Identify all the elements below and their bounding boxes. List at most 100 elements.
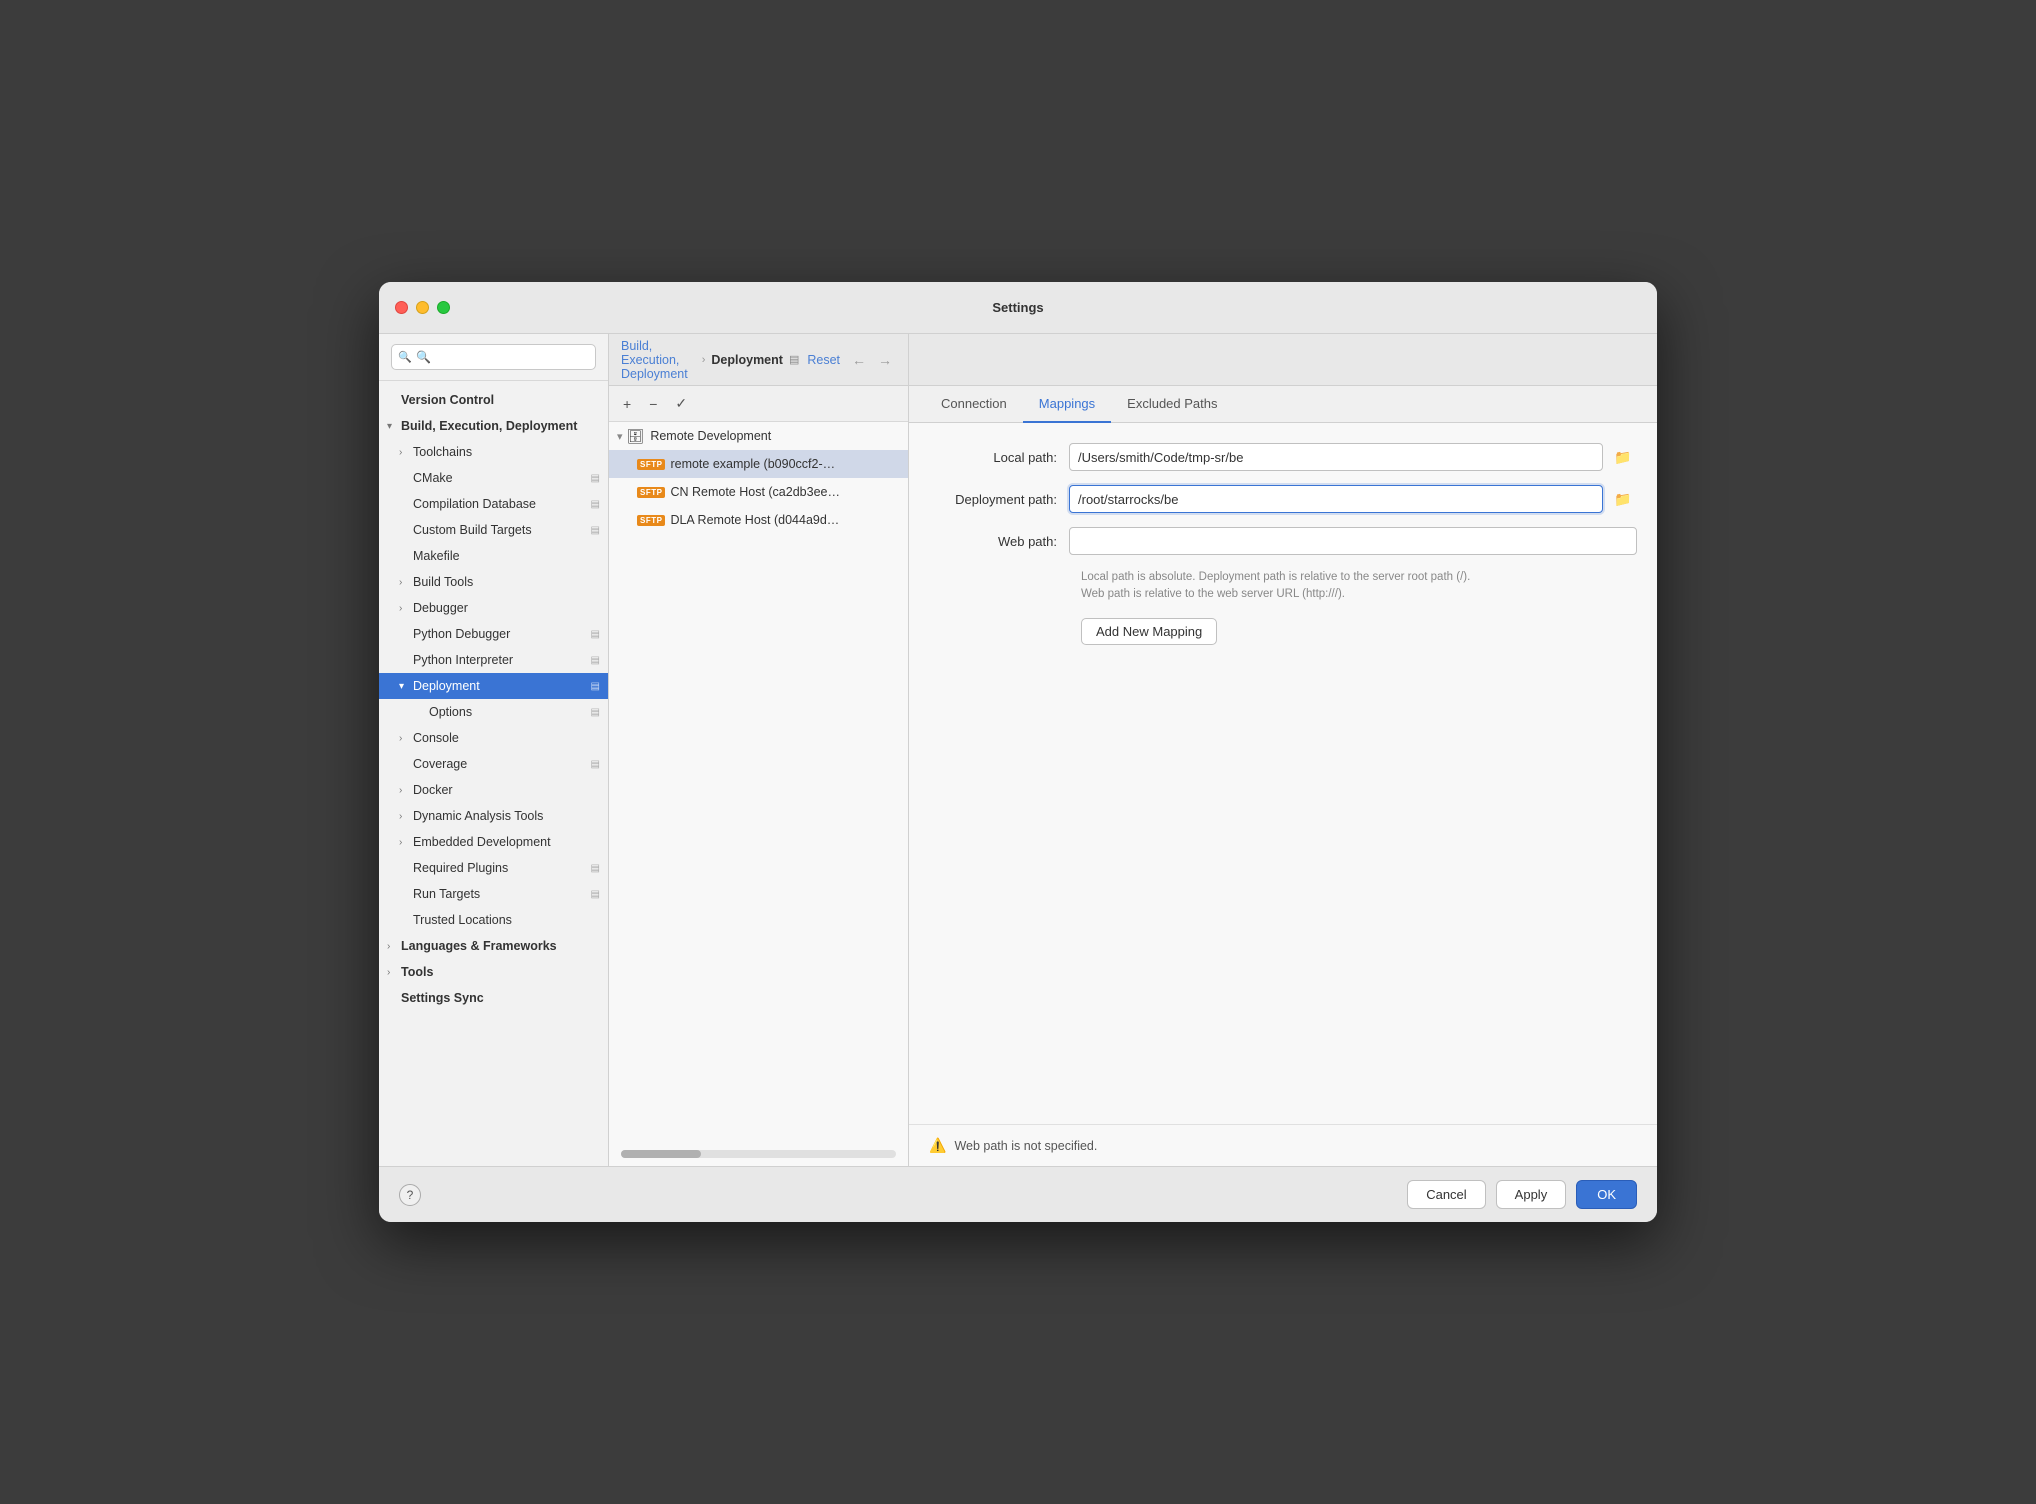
apply-deployment-button[interactable]: ✓ (671, 393, 691, 414)
deployment-item-remote-example[interactable]: SFTP remote example (b090ccf2-… (609, 450, 908, 478)
local-path-row: Local path: 📁 (929, 443, 1637, 471)
sidebar-item-docker[interactable]: › Docker (379, 777, 608, 803)
web-path-input-wrapper (1069, 527, 1637, 555)
sftp-badge: SFTP (637, 487, 665, 498)
sidebar-item-dynamic-analysis-tools[interactable]: › Dynamic Analysis Tools (379, 803, 608, 829)
scroll-indicator[interactable] (621, 1150, 896, 1158)
sidebar-item-label: Debugger (413, 601, 600, 615)
nav-forward-button[interactable]: → (874, 350, 896, 370)
reset-button[interactable]: Reset (807, 353, 840, 367)
sidebar-item-label: CMake (413, 471, 591, 485)
sidebar-item-label: Console (413, 731, 600, 745)
sidebar-item-build-execution-deployment[interactable]: ▾ Build, Execution, Deployment (379, 413, 608, 439)
apply-button[interactable]: Apply (1496, 1180, 1567, 1209)
sidebar-item-label: Embedded Development (413, 835, 600, 849)
sidebar-item-compilation-database[interactable]: Compilation Database ▤ (379, 491, 608, 517)
search-icon: 🔍 (398, 351, 412, 364)
nav-arrows: ← → (848, 350, 896, 370)
settings-icon: ▤ (591, 707, 600, 718)
titlebar: Settings (379, 282, 1657, 334)
settings-icon: ▤ (591, 629, 600, 640)
deployment-header-label: Remote Development (650, 429, 771, 443)
settings-icon: ▤ (591, 759, 600, 770)
sidebar-item-label: Makefile (413, 549, 600, 563)
minimize-button[interactable] (416, 301, 429, 314)
sidebar-item-required-plugins[interactable]: Required Plugins ▤ (379, 855, 608, 881)
sidebar-item-cmake[interactable]: CMake ▤ (379, 465, 608, 491)
sidebar-item-label: Python Interpreter (413, 653, 591, 667)
sidebar-item-python-interpreter[interactable]: Python Interpreter ▤ (379, 647, 608, 673)
sidebar-item-makefile[interactable]: Makefile (379, 543, 608, 569)
deployment-item-cn-remote[interactable]: SFTP CN Remote Host (ca2db3ee… (609, 478, 908, 506)
sidebar: 🔍 Version Control ▾ Build, Execution, De… (379, 334, 609, 1166)
breadcrumb-current: Deployment (711, 353, 783, 367)
sidebar-item-options[interactable]: Options ▤ (379, 699, 608, 725)
web-path-input[interactable] (1069, 527, 1637, 555)
deployment-path-label: Deployment path: (929, 492, 1069, 507)
cancel-button[interactable]: Cancel (1407, 1180, 1485, 1209)
local-path-label: Local path: (929, 450, 1069, 465)
sidebar-item-label: Deployment (413, 679, 591, 693)
settings-icon: ▤ (591, 681, 600, 692)
sidebar-item-debugger[interactable]: › Debugger (379, 595, 608, 621)
close-button[interactable] (395, 301, 408, 314)
deployment-tree-header: ▾ 🗄 Remote Development (609, 422, 908, 450)
sidebar-item-deployment[interactable]: ▾ Deployment ▤ (379, 673, 608, 699)
chevron-icon: › (399, 733, 413, 744)
breadcrumb-parent[interactable]: Build, Execution, Deployment (621, 339, 696, 381)
sidebar-item-label: Settings Sync (401, 991, 600, 1005)
warning-bar: ⚠️ Web path is not specified. (909, 1124, 1657, 1166)
sidebar-item-label: Trusted Locations (413, 913, 600, 927)
sidebar-item-languages-frameworks[interactable]: › Languages & Frameworks (379, 933, 608, 959)
deployment-path-folder-button[interactable]: 📁 (1609, 485, 1637, 513)
add-new-mapping-button[interactable]: Add New Mapping (1081, 618, 1217, 645)
sidebar-item-build-tools[interactable]: › Build Tools (379, 569, 608, 595)
nav-back-button[interactable]: ← (848, 350, 870, 370)
deployment-item-dla-remote[interactable]: SFTP DLA Remote Host (d044a9d… (609, 506, 908, 534)
sidebar-item-label: Build Tools (413, 575, 600, 589)
sidebar-item-python-debugger[interactable]: Python Debugger ▤ (379, 621, 608, 647)
bottom-bar: ? Cancel Apply OK (379, 1166, 1657, 1222)
sidebar-item-coverage[interactable]: Coverage ▤ (379, 751, 608, 777)
sidebar-item-console[interactable]: › Console (379, 725, 608, 751)
help-button[interactable]: ? (399, 1184, 421, 1206)
sidebar-item-settings-sync[interactable]: Settings Sync (379, 985, 608, 1011)
sidebar-item-toolchains[interactable]: › Toolchains (379, 439, 608, 465)
tab-connection[interactable]: Connection (925, 386, 1023, 423)
scroll-thumb (621, 1150, 701, 1158)
chevron-icon: › (399, 577, 413, 588)
local-path-input[interactable] (1069, 443, 1603, 471)
chevron-icon: › (399, 837, 413, 848)
add-deployment-button[interactable]: + (619, 394, 635, 414)
local-path-folder-button[interactable]: 📁 (1609, 443, 1637, 471)
tab-mappings[interactable]: Mappings (1023, 386, 1111, 423)
sidebar-item-label: Required Plugins (413, 861, 591, 875)
settings-icon: ▤ (591, 889, 600, 900)
sidebar-item-run-targets[interactable]: Run Targets ▤ (379, 881, 608, 907)
settings-icon: ▤ (591, 499, 600, 510)
settings-icon: ▤ (591, 525, 600, 536)
sidebar-item-trusted-locations[interactable]: Trusted Locations (379, 907, 608, 933)
chevron-icon: › (399, 447, 413, 458)
search-input[interactable] (391, 344, 596, 370)
sidebar-item-embedded-development[interactable]: › Embedded Development (379, 829, 608, 855)
sidebar-tree: Version Control ▾ Build, Execution, Depl… (379, 381, 608, 1166)
search-wrapper: 🔍 (391, 344, 596, 370)
chevron-icon: ▾ (399, 681, 413, 692)
middle-panel: Build, Execution, Deployment › Deploymen… (609, 334, 909, 1166)
search-box: 🔍 (379, 334, 608, 381)
sidebar-item-custom-build-targets[interactable]: Custom Build Targets ▤ (379, 517, 608, 543)
deployment-path-input-wrapper: 📁 (1069, 485, 1637, 513)
web-path-row: Web path: (929, 527, 1637, 555)
sidebar-item-label: Tools (401, 965, 600, 979)
deployment-toolbar: + − ✓ (609, 386, 908, 422)
deployment-path-input[interactable] (1069, 485, 1603, 513)
remove-deployment-button[interactable]: − (645, 394, 661, 414)
sidebar-item-label: Python Debugger (413, 627, 591, 641)
sidebar-item-version-control[interactable]: Version Control (379, 387, 608, 413)
maximize-button[interactable] (437, 301, 450, 314)
ok-button[interactable]: OK (1576, 1180, 1637, 1209)
right-header (909, 334, 1657, 386)
tab-excluded-paths[interactable]: Excluded Paths (1111, 386, 1233, 423)
sidebar-item-tools[interactable]: › Tools (379, 959, 608, 985)
